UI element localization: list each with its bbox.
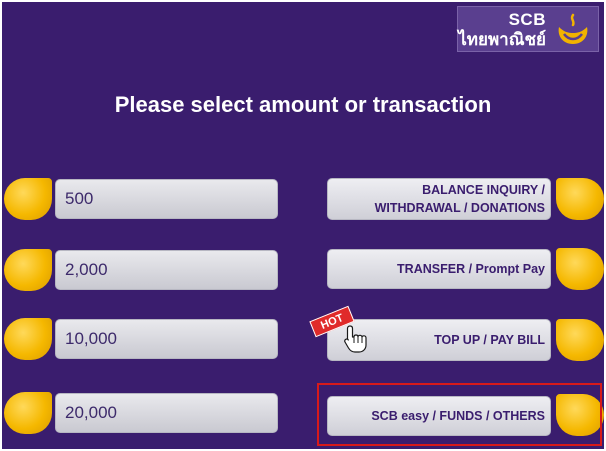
balance-withdrawal-donations-button[interactable]: BALANCE INQUIRY / WITHDRAWAL / DONATIONS (327, 178, 551, 220)
txn-label-transfer: TRANSFER (397, 261, 466, 276)
left-key-4[interactable] (4, 392, 52, 434)
logo-name-en: SCB (508, 10, 546, 29)
amount-button-20000[interactable]: 20,000 (55, 393, 278, 433)
txn-label: TRANSFER / Prompt Pay (397, 260, 545, 278)
right-key-4[interactable] (556, 394, 604, 436)
right-key-2[interactable] (556, 248, 604, 290)
logo-text: SCB ไทยพาณิชย์ (458, 11, 546, 48)
left-key-1[interactable] (4, 178, 52, 220)
amount-button-10000[interactable]: 10,000 (55, 319, 278, 359)
scb-logo: SCB ไทยพาณิชย์ (457, 6, 599, 52)
amount-button-2000[interactable]: 2,000 (55, 250, 278, 290)
txn-label-line2: WITHDRAWAL / DONATIONS (374, 201, 545, 215)
left-key-2[interactable] (4, 249, 52, 291)
amount-button-500[interactable]: 500 (55, 179, 278, 219)
txn-label: TOP UP / PAY BILL (434, 332, 545, 347)
txn-label: SCB easy / FUNDS / OTHERS (371, 408, 545, 423)
amount-label: 500 (65, 189, 94, 208)
right-key-1[interactable] (556, 178, 604, 220)
txn-label-promptpay: / Prompt Pay (465, 261, 545, 276)
logo-name-th: ไทยพาณิชย์ (458, 30, 546, 49)
atm-screen: SCB ไทยพาณิชย์ Please select amount or t… (2, 2, 604, 449)
transfer-promptpay-button[interactable]: TRANSFER / Prompt Pay (327, 249, 551, 289)
page-title: Please select amount or transaction (114, 92, 492, 117)
txn-label-line1: BALANCE INQUIRY / (422, 182, 545, 197)
amount-label: 10,000 (65, 329, 117, 348)
left-key-3[interactable] (4, 318, 52, 360)
amount-label: 2,000 (65, 260, 108, 279)
amount-label: 20,000 (65, 403, 117, 422)
right-key-3[interactable] (556, 319, 604, 361)
pointing-hand-icon (344, 325, 367, 353)
scb-easy-funds-others-button[interactable]: SCB easy / FUNDS / OTHERS (327, 396, 551, 436)
scb-lamp-icon (558, 13, 588, 44)
